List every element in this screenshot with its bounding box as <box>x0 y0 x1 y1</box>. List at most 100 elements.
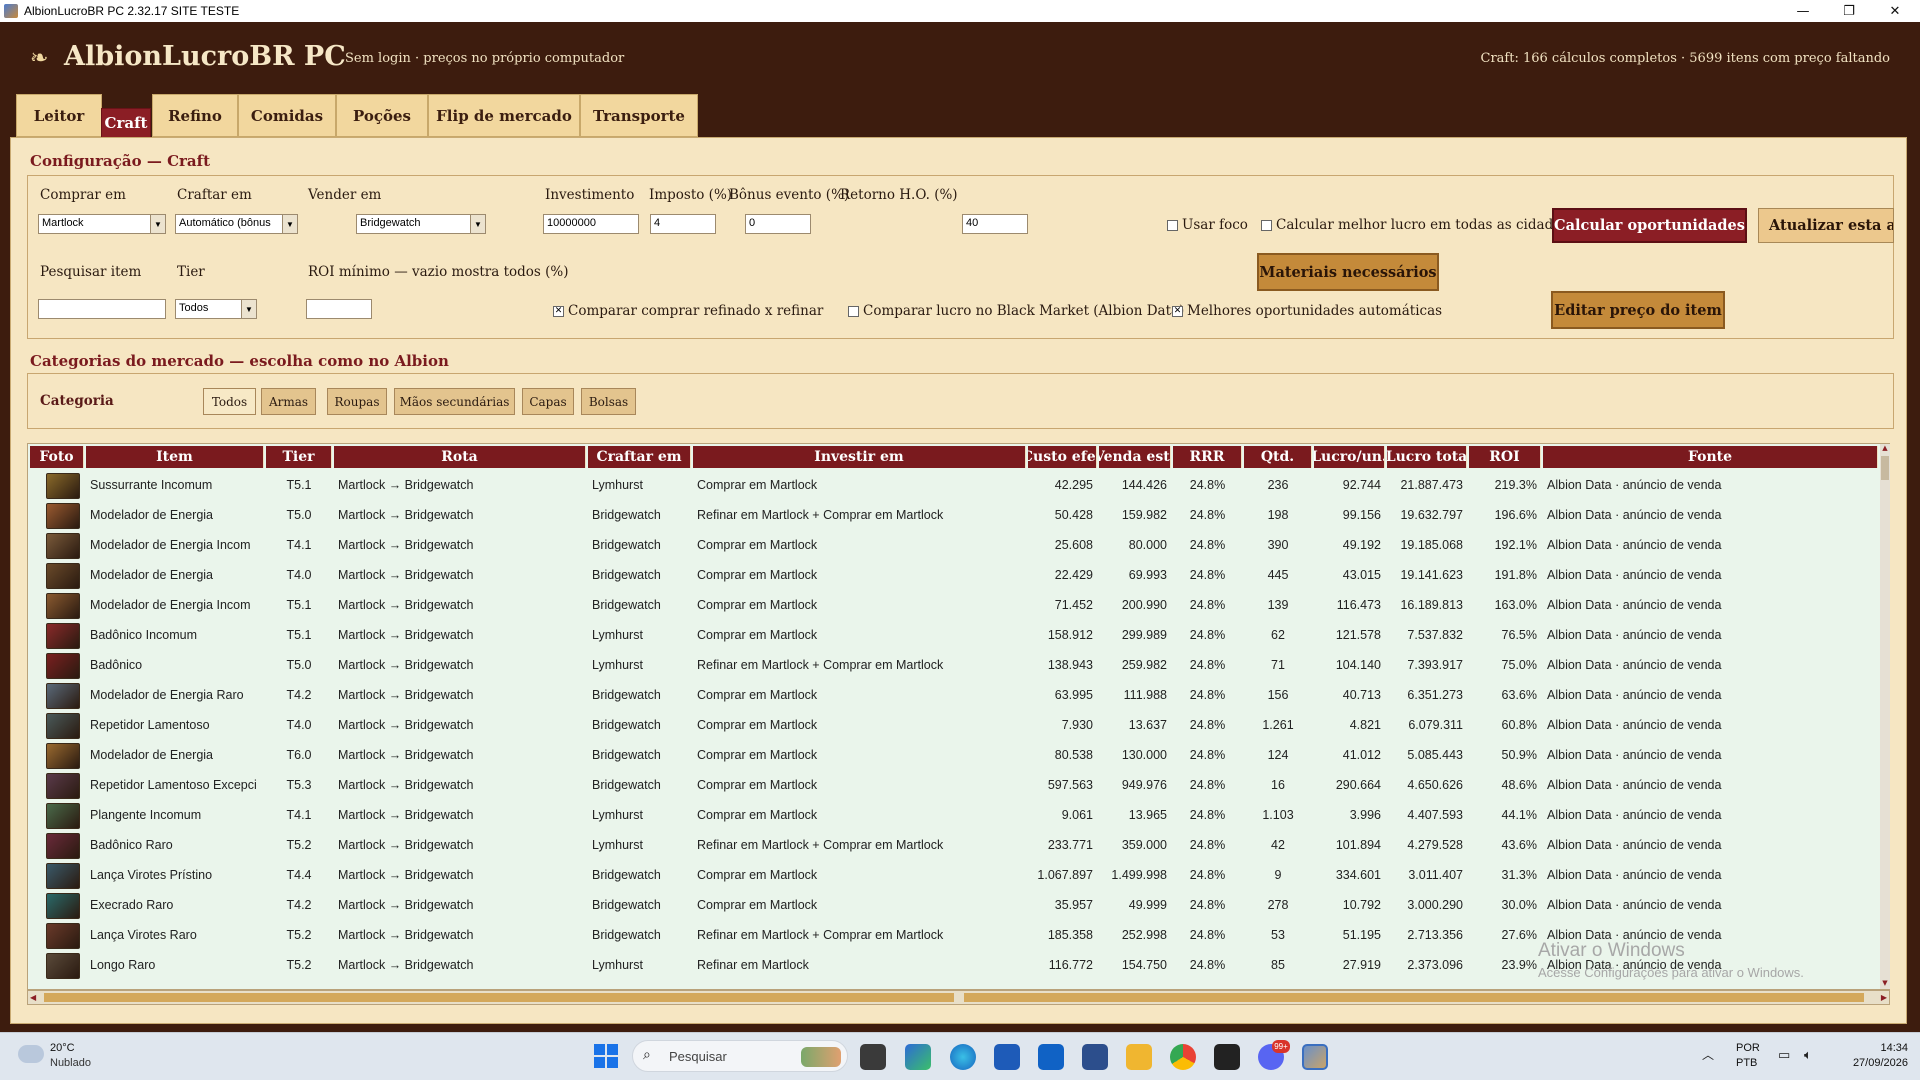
cell-roi: 50.9% <box>1501 748 1537 762</box>
table-row[interactable]: Sussurrante Incomum T5.1 Martlock → Bridge… <box>28 470 1878 500</box>
table-row[interactable]: Badônico Incomum T5.1 Martlock → Bridgewat… <box>28 620 1878 650</box>
app-ad-icon[interactable] <box>1214 1044 1240 1070</box>
retorno-ho-input[interactable]: 40 <box>962 214 1028 234</box>
roi-minimo-input[interactable] <box>306 299 372 319</box>
table-row[interactable]: Modelador de Energia Incom T5.1 Martlock →… <box>28 590 1878 620</box>
calcular-oportunidades-button[interactable]: Calcular oportunidades <box>1552 208 1747 243</box>
chrome-icon[interactable] <box>1170 1044 1196 1070</box>
keyboard-layout[interactable]: PTB <box>1736 1057 1757 1069</box>
comprar-em-select[interactable]: Martlock ▼ <box>38 214 166 234</box>
column-header-tier[interactable]: Tier <box>266 446 332 468</box>
edge-icon[interactable] <box>950 1044 976 1070</box>
table-row[interactable]: Badônico Raro T5.2 Martlock → Bridgewatch L… <box>28 830 1878 860</box>
column-header-lucro-tota[interactable]: Lucro tota <box>1387 446 1467 468</box>
scroll-up-icon[interactable]: ▲ <box>1881 444 1889 454</box>
table-row[interactable]: Execrado Raro T4.2 Martlock → Bridgewatch B… <box>28 890 1878 920</box>
tab-pocoes[interactable]: Poções <box>336 94 428 137</box>
language-code[interactable]: POR <box>1736 1042 1760 1054</box>
table-row[interactable]: Modelador de Energia Incom T4.1 Martlock →… <box>28 530 1878 560</box>
tier-select[interactable]: Todos ▼ <box>175 299 257 319</box>
bonus-evento-input[interactable]: 0 <box>745 214 811 234</box>
tab-comidas[interactable]: Comidas <box>238 94 336 137</box>
column-header-venda-esti[interactable]: Venda esti <box>1099 446 1171 468</box>
imposto-input[interactable]: 4 <box>650 214 716 234</box>
table-row[interactable]: Badônico T5.0 Martlock → Bridgewatch Lymhur… <box>28 650 1878 680</box>
network-icon[interactable]: ▭ <box>1778 1048 1790 1063</box>
horizontal-scrollbar[interactable]: ◀ ▶ <box>27 990 1890 1005</box>
cell-rrr: 24.8% <box>1189 838 1226 852</box>
comparar-black-market-checkbox[interactable]: Comparar lucro no Black Market (Albion D… <box>848 303 1184 319</box>
store-icon[interactable] <box>994 1044 1020 1070</box>
vertical-scrollbar[interactable]: ▲ ▼ <box>1880 444 1890 989</box>
cell-venda-esti: 69.993 <box>1128 568 1167 582</box>
materiais-necessarios-button[interactable]: Materiais necessários <box>1257 253 1439 291</box>
clock-date[interactable]: 27/09/2026 <box>1838 1057 1908 1069</box>
category-armas[interactable]: Armas <box>261 388 316 415</box>
tab-transporte[interactable]: Transporte <box>580 94 698 137</box>
restore-button[interactable]: ❐ <box>1826 0 1872 22</box>
column-header-custo-efet[interactable]: Custo efet <box>1028 446 1097 468</box>
file-explorer-icon[interactable] <box>1126 1044 1152 1070</box>
category-todos[interactable]: Todos <box>203 388 256 415</box>
taskbar-search-box[interactable]: ⌕ Pesquisar <box>632 1040 848 1072</box>
column-header-craftar-em[interactable]: Craftar em <box>588 446 691 468</box>
weather-temp[interactable]: 20°C <box>50 1042 75 1054</box>
scroll-right-icon[interactable]: ▶ <box>1881 993 1887 1002</box>
table-row[interactable]: Modelador de Energia Raro T4.2 Martlock → … <box>28 680 1878 710</box>
tab-flip-de-mercado[interactable]: Flip de mercado <box>428 94 580 137</box>
category-capas[interactable]: Capas <box>522 388 574 415</box>
craftar-em-select[interactable]: Automático (bônus ▼ <box>175 214 298 234</box>
category-bolsas[interactable]: Bolsas <box>581 388 636 415</box>
widgets-icon[interactable] <box>905 1044 931 1070</box>
task-view-icon[interactable] <box>860 1044 886 1070</box>
scroll-down-icon[interactable]: ▼ <box>1881 979 1889 989</box>
outlook-icon[interactable] <box>1038 1044 1064 1070</box>
comparar-refinado-checkbox[interactable]: ✕ Comparar comprar refinado x refinar <box>553 303 823 319</box>
table-row[interactable]: Repetidor Lamentoso T4.0 Martlock → Bridge… <box>28 710 1878 740</box>
albionlucro-app-icon[interactable] <box>1302 1044 1328 1070</box>
tab-refino[interactable]: Refino <box>152 94 238 137</box>
editar-preco-button[interactable]: Editar preço do item <box>1551 291 1725 329</box>
pesquisar-item-input[interactable] <box>38 299 166 319</box>
minimize-button[interactable]: — <box>1780 0 1826 22</box>
atualizar-aba-button[interactable]: Atualizar esta aba <box>1758 208 1894 243</box>
chevron-up-icon[interactable]: ︿ <box>1702 1046 1714 1063</box>
category-maos-secundarias[interactable]: Mãos secundárias <box>394 388 515 415</box>
table-row[interactable]: Modelador de Energia T5.0 Martlock → Bridg… <box>28 500 1878 530</box>
column-header-investir-em[interactable]: Investir em <box>693 446 1026 468</box>
scroll-left-icon[interactable]: ◀ <box>30 993 36 1002</box>
column-header-lucro-un[interactable]: Lucro/un. <box>1314 446 1385 468</box>
table-row[interactable]: Modelador de Energia T4.0 Martlock → Bridg… <box>28 560 1878 590</box>
investimento-input[interactable]: 10000000 <box>543 214 639 234</box>
scroll-thumb[interactable] <box>1881 456 1889 480</box>
usar-foco-checkbox[interactable]: Usar foco <box>1167 217 1248 233</box>
table-row[interactable]: Lança Virotes Prístino T4.4 Martlock → Bri… <box>28 860 1878 890</box>
column-header-item[interactable]: Item <box>86 446 264 468</box>
hscroll-thumb[interactable] <box>964 993 1864 1002</box>
column-header-rrr[interactable]: RRR <box>1173 446 1242 468</box>
column-header-foto[interactable]: Foto <box>30 446 84 468</box>
melhor-lucro-checkbox[interactable]: Calcular melhor lucro em todas as cidade… <box>1261 217 1568 233</box>
weather-desc[interactable]: Nublado <box>50 1057 91 1069</box>
clock-time[interactable]: 14:34 <box>1838 1042 1908 1054</box>
cell-tier: T5.1 <box>286 478 312 492</box>
column-header-roi[interactable]: ROI <box>1469 446 1541 468</box>
melhores-automaticas-checkbox[interactable]: ✕ Melhores oportunidades automáticas <box>1172 303 1442 319</box>
category-roupas[interactable]: Roupas <box>327 388 387 415</box>
table-row[interactable]: Repetidor Lamentoso Excepci T5.3 Martlock … <box>28 770 1878 800</box>
column-header-qtd[interactable]: Qtd. <box>1244 446 1312 468</box>
column-header-rota[interactable]: Rota <box>334 446 586 468</box>
hscroll-thumb[interactable] <box>44 993 954 1002</box>
weather-cloud-icon[interactable] <box>18 1045 44 1063</box>
cell-rota: Martlock → Bridgewatch <box>338 928 474 942</box>
column-header-fonte[interactable]: Fonte <box>1543 446 1878 468</box>
table-row[interactable]: Modelador de Energia T6.0 Martlock → Bridg… <box>28 740 1878 770</box>
close-button[interactable]: ✕ <box>1872 0 1918 22</box>
windows-start-icon[interactable] <box>594 1044 618 1068</box>
volume-icon[interactable]: 🔈︎ <box>1804 1048 1812 1063</box>
tab-craft[interactable]: Craft <box>101 108 151 138</box>
table-row[interactable]: Plangente Incomum T4.1 Martlock → Bridgewa… <box>28 800 1878 830</box>
powershell-icon[interactable] <box>1082 1044 1108 1070</box>
vender-em-select[interactable]: Bridgewatch ▼ <box>356 214 486 234</box>
tab-leitor[interactable]: Leitor <box>16 94 102 137</box>
